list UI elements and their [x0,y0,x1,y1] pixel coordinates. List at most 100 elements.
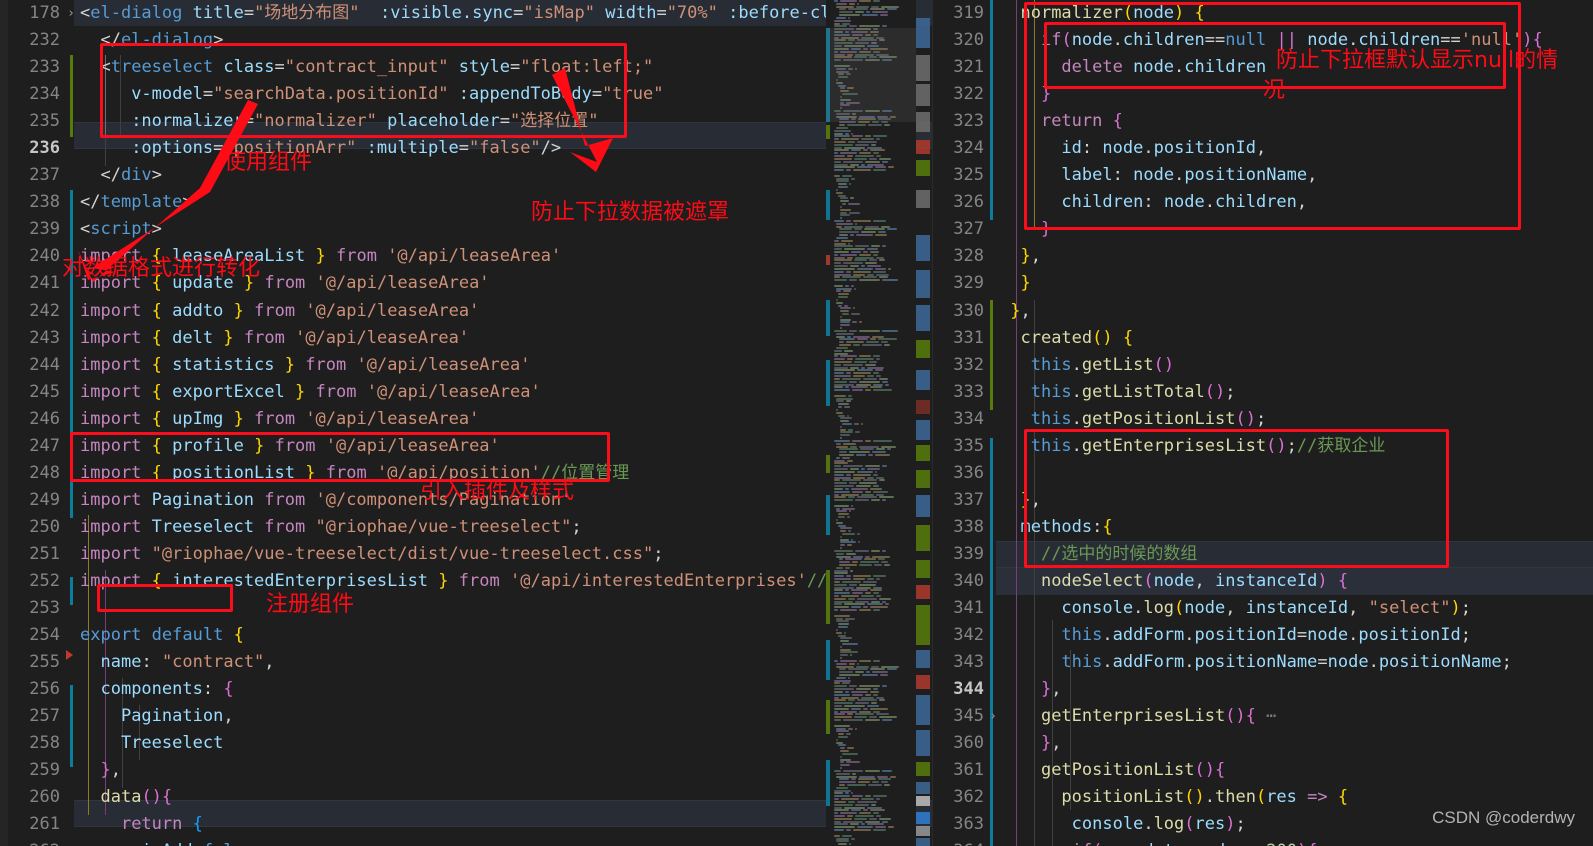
minimap-line [841,138,859,141]
minimap-line [844,406,850,409]
minimap-line [876,256,884,259]
fold-toggle-icon[interactable]: › [62,0,80,27]
code-line[interactable]: import { interestedEnterprisesList } fro… [80,568,912,595]
code-content-left[interactable]: <el-dialog title="场地分布图" :visible.sync="… [80,0,912,846]
code-line[interactable]: Treeselect [80,730,912,757]
code-line[interactable]: import { statistics } from '@/api/leaseA… [80,352,912,379]
minimap-line [863,149,868,152]
minimap-line [867,265,881,268]
code-line[interactable]: isAdd:false, [80,838,912,846]
code-line[interactable]: }, [1000,298,1543,325]
code-line[interactable]: //选中的时候的数组 [1000,541,1543,568]
code-line[interactable]: import { exportExcel } from '@/api/lease… [80,379,912,406]
code-line[interactable]: import Treeselect from "@riophae/vue-tre… [80,514,912,541]
code-line[interactable]: :options="positionArr" :multiple="false"… [80,135,912,162]
code-line[interactable]: }, [1000,243,1543,270]
minimap-line [853,473,871,476]
code-line[interactable]: import { addto } from '@/api/leaseArea' [80,298,912,325]
line-number: 244 [29,354,60,375]
code-line[interactable]: import "@riophae/vue-treeselect/dist/vue… [80,541,912,568]
code-line[interactable]: }, [1000,676,1543,703]
minimap-line [836,620,849,623]
code-line[interactable]: </template> [80,189,912,216]
code-line[interactable]: import { delt } from '@/api/leaseArea' [80,325,912,352]
minimap-line [877,775,888,778]
code-line[interactable]: normalizer(node) { [1000,0,1543,27]
minimap-line [848,676,850,679]
editor-pane-left[interactable]: 178 232 233 234 235 236 237 238 239 240 241 242 243 2… [0,0,932,846]
code-line[interactable]: <treeselect class="contract_input" style… [80,54,912,81]
code-line[interactable]: return { [1000,108,1543,135]
code-line[interactable]: import { profile } from '@/api/leaseArea… [80,433,912,460]
code-line[interactable]: getEnterprisesList(){ ⋯ [1000,703,1543,730]
minimap-line [840,214,850,217]
code-line[interactable]: export default { [80,622,912,649]
code-line[interactable]: return { [80,811,912,838]
minimap-left[interactable] [826,0,916,846]
minimap-line [834,476,851,479]
code-line[interactable]: this.getList() [1000,352,1543,379]
fold-column-left[interactable]: ›› [62,0,80,846]
minimap-line [855,702,869,705]
code-line[interactable]: </el-dialog> [80,27,912,54]
code-line[interactable]: this.addForm.positionName=node.positionN… [1000,649,1543,676]
minimap-line [844,603,865,606]
code-line[interactable]: Pagination, [80,703,912,730]
code-line[interactable]: this.getPositionList(); [1000,406,1543,433]
code-content-right[interactable]: normalizer(node) { if(node.children==nul… [1000,0,1543,846]
code-line[interactable]: components: { [80,676,912,703]
code-line[interactable]: v-model="searchData.positionId" :appendT… [80,81,912,108]
editor-pane-right[interactable]: 319 320 321 322 323 324 325 326 327 328 329 330 331 3… [938,0,1593,846]
minimap-line [873,829,886,832]
minimap-change-mark [826,570,830,624]
code-line[interactable]: label: node.positionName, [1000,162,1543,189]
code-line[interactable]: if(res.data.code===200){ [1000,838,1543,846]
code-line[interactable]: children: node.children, [1000,189,1543,216]
overview-ruler-left[interactable] [916,0,930,846]
minimap-line [868,454,873,457]
code-line[interactable]: this.addForm.positionId=node.positionId; [1000,622,1543,649]
line-number: 337 [953,489,984,510]
code-line[interactable]: }, [1000,487,1543,514]
minimap-line [863,809,868,812]
minimap-line [870,606,888,609]
code-line[interactable] [1000,460,1543,487]
minimap-line [834,360,852,363]
code-line[interactable]: methods:{ [1000,514,1543,541]
minimap-line [844,705,865,707]
code-line[interactable]: <el-dialog title="场地分布图" :visible.sync="… [80,0,912,27]
minimap-line [859,355,871,358]
minimap-line [836,126,848,129]
code-line[interactable]: :normalizer="normalizer" placeholder="选择… [80,108,912,135]
minimap-line [834,138,839,141]
minimap-line [876,493,884,496]
line-number: 262 [14,838,60,846]
code-line[interactable]: } [1000,216,1543,243]
code-line[interactable]: }, [80,757,912,784]
minimap-line [842,377,861,380]
minimap-line [836,225,842,228]
code-line[interactable] [80,595,912,622]
code-line[interactable]: getPositionList(){ [1000,757,1543,784]
code-line[interactable]: import { upImg } from '@/api/leaseArea' [80,406,912,433]
code-line[interactable]: id: node.positionId, [1000,135,1543,162]
minimap-line [854,228,862,231]
minimap-line [859,380,880,383]
code-line[interactable]: this.getEnterprisesList();//获取企业 [1000,433,1543,460]
code-line[interactable]: } [1000,270,1543,297]
code-line[interactable]: name: "contract", [80,649,912,676]
code-line[interactable]: }, [1000,730,1543,757]
code-line[interactable]: console.log(node, instanceId, "select"); [1000,595,1543,622]
minimap-line [856,688,871,691]
minimap-line [834,157,852,160]
line-number: 241 [29,273,60,294]
code-line[interactable]: nodeSelect(node, instanceId) { [1000,568,1543,595]
code-line[interactable]: <script> [80,216,912,243]
code-line[interactable]: created() { [1000,325,1543,352]
code-line[interactable]: this.getListTotal(); [1000,379,1543,406]
code-line[interactable]: data(){ [80,784,912,811]
minimap-slider[interactable] [826,28,916,122]
minimap-line [856,586,871,589]
code-line[interactable]: </div> [80,162,912,189]
